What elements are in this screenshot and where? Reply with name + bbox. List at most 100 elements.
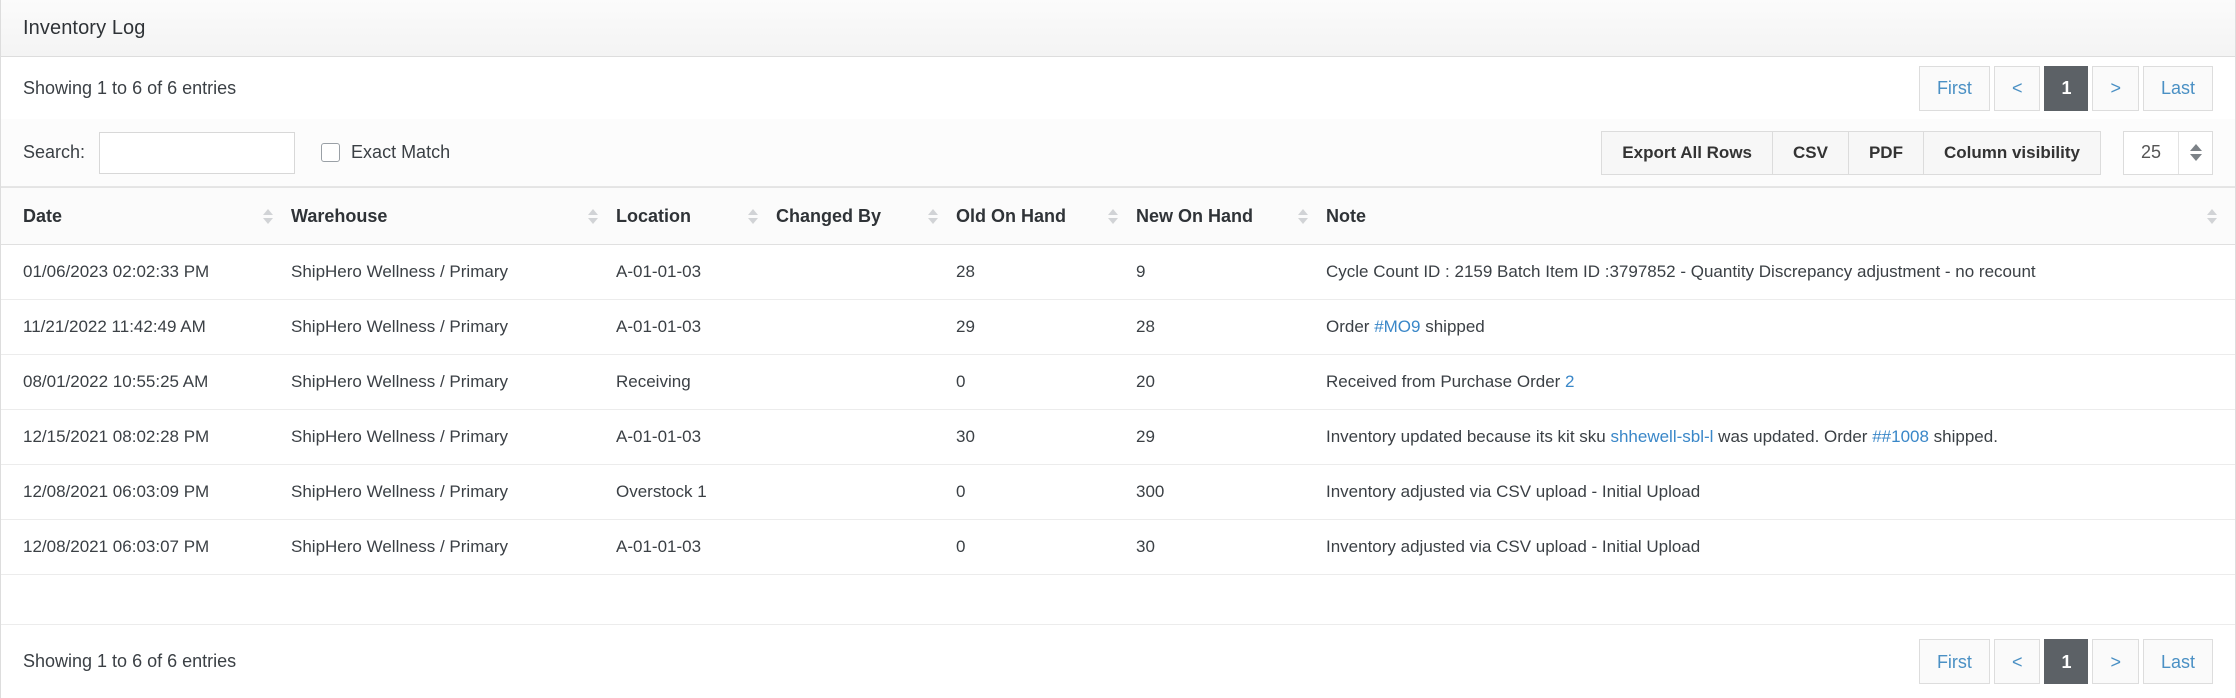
cell-warehouse: ShipHero Wellness / Primary [291,519,616,575]
bottom-pagination-next-button[interactable]: > [2092,639,2139,684]
sort-icon[interactable] [263,208,273,224]
cell-date: 12/08/2021 06:03:09 PM [1,464,291,520]
search-label: Search: [23,142,86,162]
cell-date: 08/01/2022 10:55:25 AM [1,354,291,410]
column-header-changed-by[interactable]: Changed By [776,188,956,245]
exact-match-checkbox[interactable] [321,143,341,162]
sort-icon[interactable] [1108,208,1118,224]
top-toolbar: Showing 1 to 6 of 6 entries First < 1 > … [1,57,2235,119]
note-text: Order [1326,317,1375,336]
note-link[interactable]: 2 [1565,372,1574,391]
sort-icon[interactable] [928,208,938,224]
note-text: Inventory adjusted via CSV upload - Init… [1326,482,1701,501]
cell-note: Order #MO9 shipped [1326,299,2235,355]
column-header-warehouse-label: Warehouse [291,205,388,226]
column-visibility-button[interactable]: Column visibility [1922,130,2101,175]
pagination-next-button[interactable]: > [2092,65,2139,111]
bottom-pagination: First < 1 > Last [1918,639,2213,684]
export-all-rows-button[interactable]: Export All Rows [1601,130,1772,175]
cell-warehouse: ShipHero Wellness / Primary [291,299,616,355]
cell-note: Inventory adjusted via CSV upload - Init… [1326,519,2235,575]
sort-icon[interactable] [748,208,758,224]
inventory-log-table-wrapper: Date Warehouse Location Changed By Old O… [1,187,2235,624]
pagination-first-button[interactable]: First [1918,65,1990,111]
inventory-log-panel: Inventory Log Showing 1 to 6 of 6 entrie… [0,0,2236,698]
column-header-location-label: Location [616,205,691,226]
cell-location: A-01-01-03 [616,409,776,465]
csv-export-button[interactable]: CSV [1772,130,1848,175]
page-size-stepper[interactable]: 25 [2123,130,2213,175]
cell-location: A-01-01-03 [616,244,776,300]
column-header-date[interactable]: Date [1,188,291,245]
table-row: 11/21/2022 11:42:49 AM ShipHero Wellness … [1,299,2235,355]
note-text: Received from Purchase Order [1326,372,1566,391]
pagination-page-1-button[interactable]: 1 [2044,65,2089,111]
cell-changed-by [776,519,956,575]
note-text: shipped. [1928,427,1998,446]
cell-new-on-hand: 300 [1136,464,1326,520]
note-text: Inventory adjusted via CSV upload - Init… [1326,537,1701,556]
bottom-pagination-last-button[interactable]: Last [2142,639,2213,684]
note-link[interactable]: shhewell-sbl-l [1610,427,1713,446]
column-header-old-on-hand[interactable]: Old On Hand [956,188,1136,245]
cell-date: 01/06/2023 02:02:33 PM [1,244,291,300]
cell-old-on-hand: 0 [956,354,1136,410]
bottom-pagination-prev-button[interactable]: < [1993,639,2041,684]
cell-new-on-hand: 20 [1136,354,1326,410]
cell-old-on-hand: 28 [956,244,1136,300]
sort-icon[interactable] [588,208,598,224]
export-controls: Export All Rows CSV PDF Column visibilit… [1601,130,2213,175]
note-link[interactable]: ##1008 [1872,427,1929,446]
table-row: 12/08/2021 06:03:07 PM ShipHero Wellness … [1,519,2235,575]
cell-date: 12/15/2021 08:02:28 PM [1,409,291,465]
pagination-prev-button[interactable]: < [1993,65,2041,111]
sort-icon[interactable] [2207,208,2217,224]
cell-old-on-hand: 0 [956,519,1136,575]
panel-heading: Inventory Log [1,0,2235,57]
cell-changed-by [776,244,956,300]
caret-up-icon[interactable] [2189,144,2202,151]
cell-note: Inventory adjusted via CSV upload - Init… [1326,464,2235,520]
cell-date: 11/21/2022 11:42:49 AM [1,299,291,355]
page-size-arrows[interactable] [2178,131,2212,174]
cell-new-on-hand: 29 [1136,409,1326,465]
table-row: 01/06/2023 02:02:33 PM ShipHero Wellness … [1,244,2235,300]
search-input[interactable] [99,131,296,174]
column-header-note[interactable]: Note [1326,188,2235,245]
sort-icon[interactable] [1298,208,1308,224]
cell-old-on-hand: 29 [956,299,1136,355]
bottom-entries-info: Showing 1 to 6 of 6 entries [23,651,237,671]
bottom-pagination-first-button[interactable]: First [1918,639,1990,684]
note-text: Inventory updated because its kit sku [1326,427,1611,446]
cell-note: Cycle Count ID : 2159 Batch Item ID :379… [1326,244,2235,300]
column-header-changed-by-label: Changed By [776,205,882,226]
column-header-warehouse[interactable]: Warehouse [291,188,616,245]
pdf-export-button[interactable]: PDF [1847,130,1923,175]
bottom-toolbar: Showing 1 to 6 of 6 entries First < 1 > … [1,624,2235,698]
exact-match-group[interactable]: Exact Match [321,142,450,163]
cell-note: Inventory updated because its kit sku sh… [1326,409,2235,465]
note-text: shipped [1420,317,1485,336]
cell-location: Receiving [616,354,776,410]
column-header-new-on-hand[interactable]: New On Hand [1136,188,1326,245]
inventory-log-table: Date Warehouse Location Changed By Old O… [1,187,2235,575]
top-entries-info: Showing 1 to 6 of 6 entries [23,77,237,98]
pagination-last-button[interactable]: Last [2142,65,2213,111]
cell-changed-by [776,409,956,465]
page-size-value[interactable]: 25 [2124,132,2178,174]
exact-match-label: Exact Match [351,142,451,162]
page-title: Inventory Log [23,16,146,39]
note-link[interactable]: #MO9 [1374,317,1420,336]
cell-changed-by [776,464,956,520]
table-body: 01/06/2023 02:02:33 PM ShipHero Wellness … [1,244,2235,575]
cell-warehouse: ShipHero Wellness / Primary [291,354,616,410]
bottom-pagination-page-1-button[interactable]: 1 [2044,639,2089,684]
cell-note: Received from Purchase Order 2 [1326,354,2235,410]
table-row: 08/01/2022 10:55:25 AM ShipHero Wellness … [1,354,2235,410]
column-header-date-label: Date [23,205,63,226]
cell-changed-by [776,299,956,355]
cell-old-on-hand: 0 [956,464,1136,520]
cell-warehouse: ShipHero Wellness / Primary [291,464,616,520]
column-header-location[interactable]: Location [616,188,776,245]
caret-down-icon[interactable] [2189,154,2202,161]
